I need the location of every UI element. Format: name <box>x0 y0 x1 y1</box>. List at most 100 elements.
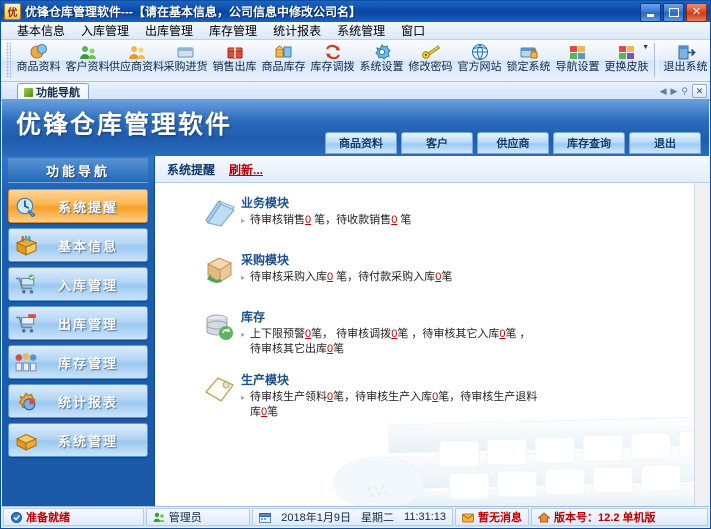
module-stat-text: 笔 <box>333 343 345 355</box>
tab-strip-controls: ◀ ▶ ⚲ ✕ <box>660 84 707 98</box>
reminder-icon <box>13 194 39 218</box>
status-date: 2018年1月9日 <box>281 512 352 524</box>
sidebar-item-label: 基本信息 <box>57 238 118 254</box>
menu-item-4[interactable]: 库存管理 <box>201 23 265 39</box>
application-window: 优 优锋仓库管理软件---【请在基本信息，公司信息中修改公司名】 ✕ 基本信息入… <box>0 0 711 529</box>
banner-nav-tab-4[interactable]: 库存查询 <box>553 132 625 154</box>
status-datetime: 2018年1月9日 星期二 11:31:13 <box>252 508 454 526</box>
module-item: 采购模块待审核采购入库0 笔，待付款采购入库0笔 <box>199 252 709 294</box>
tab-close-icon[interactable]: ✕ <box>692 84 707 98</box>
menu-item-2[interactable]: 入库管理 <box>73 23 137 39</box>
module-stat-text: 笔， 待审核调拨 <box>311 328 392 340</box>
status-user: 管理员 <box>145 508 251 526</box>
inbound-icon <box>13 272 39 296</box>
module-stat-text: 待审核采购入库 <box>250 271 327 283</box>
system-icon <box>13 428 39 452</box>
module-stat-text: 笔，待审核生产入库 <box>333 391 433 403</box>
toolbar-button-lock[interactable]: 锁定系统 <box>504 41 553 79</box>
calendar-icon <box>259 511 272 523</box>
sidebar-item-report[interactable]: 统计报表 <box>8 384 148 418</box>
sidebar-item-label: 入库管理 <box>57 277 118 293</box>
main-body: 优锋仓库管理软件 优锋仓库管理软件 商品资料 客户 供应商 库存查询 退出 功能导航 系… <box>2 99 709 506</box>
menu-item-7[interactable]: 窗口 <box>393 23 433 39</box>
toolbar-button-navigation[interactable]: 导航设置 <box>553 41 602 79</box>
status-message[interactable]: 暂无消息 <box>455 508 530 526</box>
close-icon[interactable]: ✕ <box>686 3 707 22</box>
window-controls: ✕ <box>640 3 707 22</box>
status-message-label: 暂无消息 <box>478 512 523 524</box>
module-item: 库存上下限预警0笔， 待审核调拨0笔 ，待审核其它入库0笔 ，待审核其它出库0笔 <box>199 309 709 357</box>
tab-function-navigation[interactable]: 功能导航 <box>17 83 89 100</box>
module-stat-text: 笔 ，待审核其它入库 <box>397 328 500 340</box>
toolbar-grip[interactable] <box>6 42 11 78</box>
toolbar-button-password[interactable]: 修改密码 <box>406 41 455 79</box>
menu-item-6[interactable]: 系统管理 <box>329 23 393 39</box>
sidebar-item-inbound[interactable]: 入库管理 <box>8 267 148 301</box>
sidebar-item-basic-info[interactable]: 基本信息 <box>8 228 148 262</box>
module-stat-text: 笔，待付款采购入库 <box>333 271 436 283</box>
banner-nav-tab-1[interactable]: 商品资料 <box>325 132 397 154</box>
toolbar-button-label: 退出系统 <box>663 61 708 73</box>
customer-icon <box>78 43 98 61</box>
toolbar-button-label: 商品资料 <box>16 61 61 73</box>
maximize-button[interactable] <box>663 3 684 22</box>
content-scroll-area: 业务模块待审核销售0 笔，待收款销售0 笔采购模块待审核采购入库0 笔，待付款采… <box>155 183 709 506</box>
module-title: 生产模块 <box>241 373 290 387</box>
password-icon <box>421 43 441 61</box>
toolbar-button-skin[interactable]: 更换皮肤 ▼ <box>602 41 651 79</box>
toolbar-button-transfer[interactable]: 库存调拨 <box>308 41 357 79</box>
toolbar-button-exit[interactable]: 退出系统 <box>661 41 710 79</box>
toolbar-button-supplier[interactable]: 供应商资料 <box>109 41 164 79</box>
sidebar: 功能导航 系统提醒基本信息入库管理出库管理库存管理统计报表系统管理 <box>2 156 155 506</box>
content-header: 系统提醒 刷新... <box>155 156 709 183</box>
minimize-button[interactable] <box>640 3 661 22</box>
module-stat-line: 待审核销售0 笔，待收款销售0 笔 <box>241 213 541 228</box>
toolbar-button-website[interactable]: 官方网站 <box>455 41 504 79</box>
toolbar-button-label: 库存调拨 <box>310 61 355 73</box>
book-icon <box>199 195 241 237</box>
sidebar-item-inventory[interactable]: 库存管理 <box>8 345 148 379</box>
goods-icon <box>29 43 49 61</box>
module-body: 库存上下限预警0笔， 待审核调拨0笔 ，待审核其它入库0笔 ，待审核其它出库0笔 <box>241 309 541 357</box>
toolbar-separator <box>654 43 658 77</box>
module-stat-text: 笔，待收款销售 <box>311 214 392 226</box>
module-list: 业务模块待审核销售0 笔，待收款销售0 笔采购模块待审核采购入库0 笔，待付款采… <box>155 183 709 420</box>
refresh-link[interactable]: 刷新... <box>229 161 263 178</box>
toolbar-button-label: 系统设置 <box>359 61 404 73</box>
toolbar-button-settings[interactable]: 系统设置 <box>357 41 406 79</box>
toolbar-button-goods[interactable]: 商品资料 <box>14 41 63 79</box>
sidebar-header: 功能导航 <box>8 158 148 183</box>
sidebar-item-system[interactable]: 系统管理 <box>8 423 148 457</box>
module-stat-line: 待审核采购入库0 笔，待付款采购入库0笔 <box>241 270 541 285</box>
chevron-down-icon[interactable]: ▼ <box>642 44 649 51</box>
status-weekday: 星期二 <box>361 512 395 524</box>
toolbar-button-label: 商品库存 <box>261 61 306 73</box>
menu-item-1[interactable]: 基本信息 <box>9 23 73 39</box>
toolbar-button-customer[interactable]: 客户资料 <box>63 41 112 79</box>
window-title: 优锋仓库管理软件---【请在基本信息，公司信息中修改公司名】 <box>25 5 361 19</box>
toolbar-button-sales[interactable]: 销售出库 <box>210 41 259 79</box>
ready-icon <box>10 511 22 523</box>
banner-nav-tab-3[interactable]: 供应商 <box>477 132 549 154</box>
module-stat-line: 待审核生产领料0笔，待审核生产入库0笔，待审核生产退料库0笔 <box>241 390 541 420</box>
sidebar-item-label: 统计报表 <box>57 394 118 410</box>
stock-icon <box>274 43 294 61</box>
menu-item-5[interactable]: 统计报表 <box>265 23 329 39</box>
tab-next-icon[interactable]: ▶ <box>670 86 677 97</box>
banner-nav-tab-5[interactable]: 退出 <box>629 132 701 154</box>
banner-nav-tab-2[interactable]: 客户 <box>401 132 473 154</box>
toolbar-button-stock[interactable]: 商品库存 <box>259 41 308 79</box>
module-title: 采购模块 <box>241 253 290 267</box>
module-stat-text: 笔 <box>397 214 412 226</box>
menu-item-3[interactable]: 出库管理 <box>137 23 201 39</box>
inventory-icon <box>13 350 39 374</box>
toolbar-button-purchase[interactable]: 采购进货 <box>161 41 210 79</box>
module-stat-text: 笔 <box>267 406 279 418</box>
mail-icon <box>462 511 475 523</box>
tab-pin-icon[interactable]: ⚲ <box>681 86 688 97</box>
content-split: 功能导航 系统提醒基本信息入库管理出库管理库存管理统计报表系统管理 系统提醒 刷… <box>2 156 709 506</box>
tab-prev-icon[interactable]: ◀ <box>660 86 667 97</box>
module-item: 业务模块待审核销售0 笔，待收款销售0 笔 <box>199 195 709 237</box>
sidebar-item-outbound[interactable]: 出库管理 <box>8 306 148 340</box>
sidebar-item-reminder[interactable]: 系统提醒 <box>8 189 148 223</box>
